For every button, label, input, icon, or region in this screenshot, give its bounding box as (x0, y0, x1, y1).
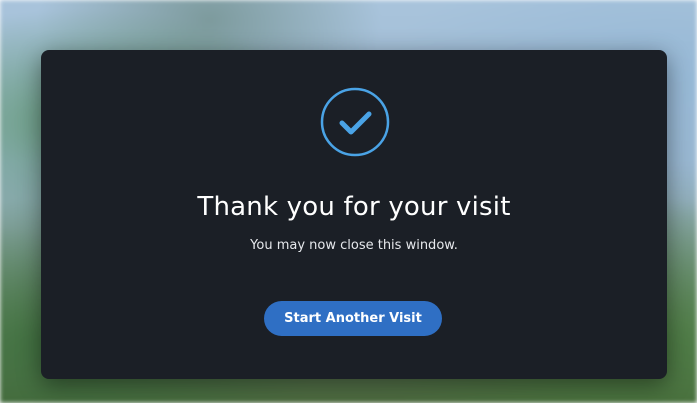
dialog-subtitle: You may now close this window. (250, 238, 458, 253)
start-another-visit-button[interactable]: Start Another Visit (264, 301, 442, 336)
completion-dialog: Thank you for your visit You may now clo… (41, 50, 667, 379)
check-circle-icon (319, 86, 391, 158)
dialog-title: Thank you for your visit (197, 192, 511, 222)
